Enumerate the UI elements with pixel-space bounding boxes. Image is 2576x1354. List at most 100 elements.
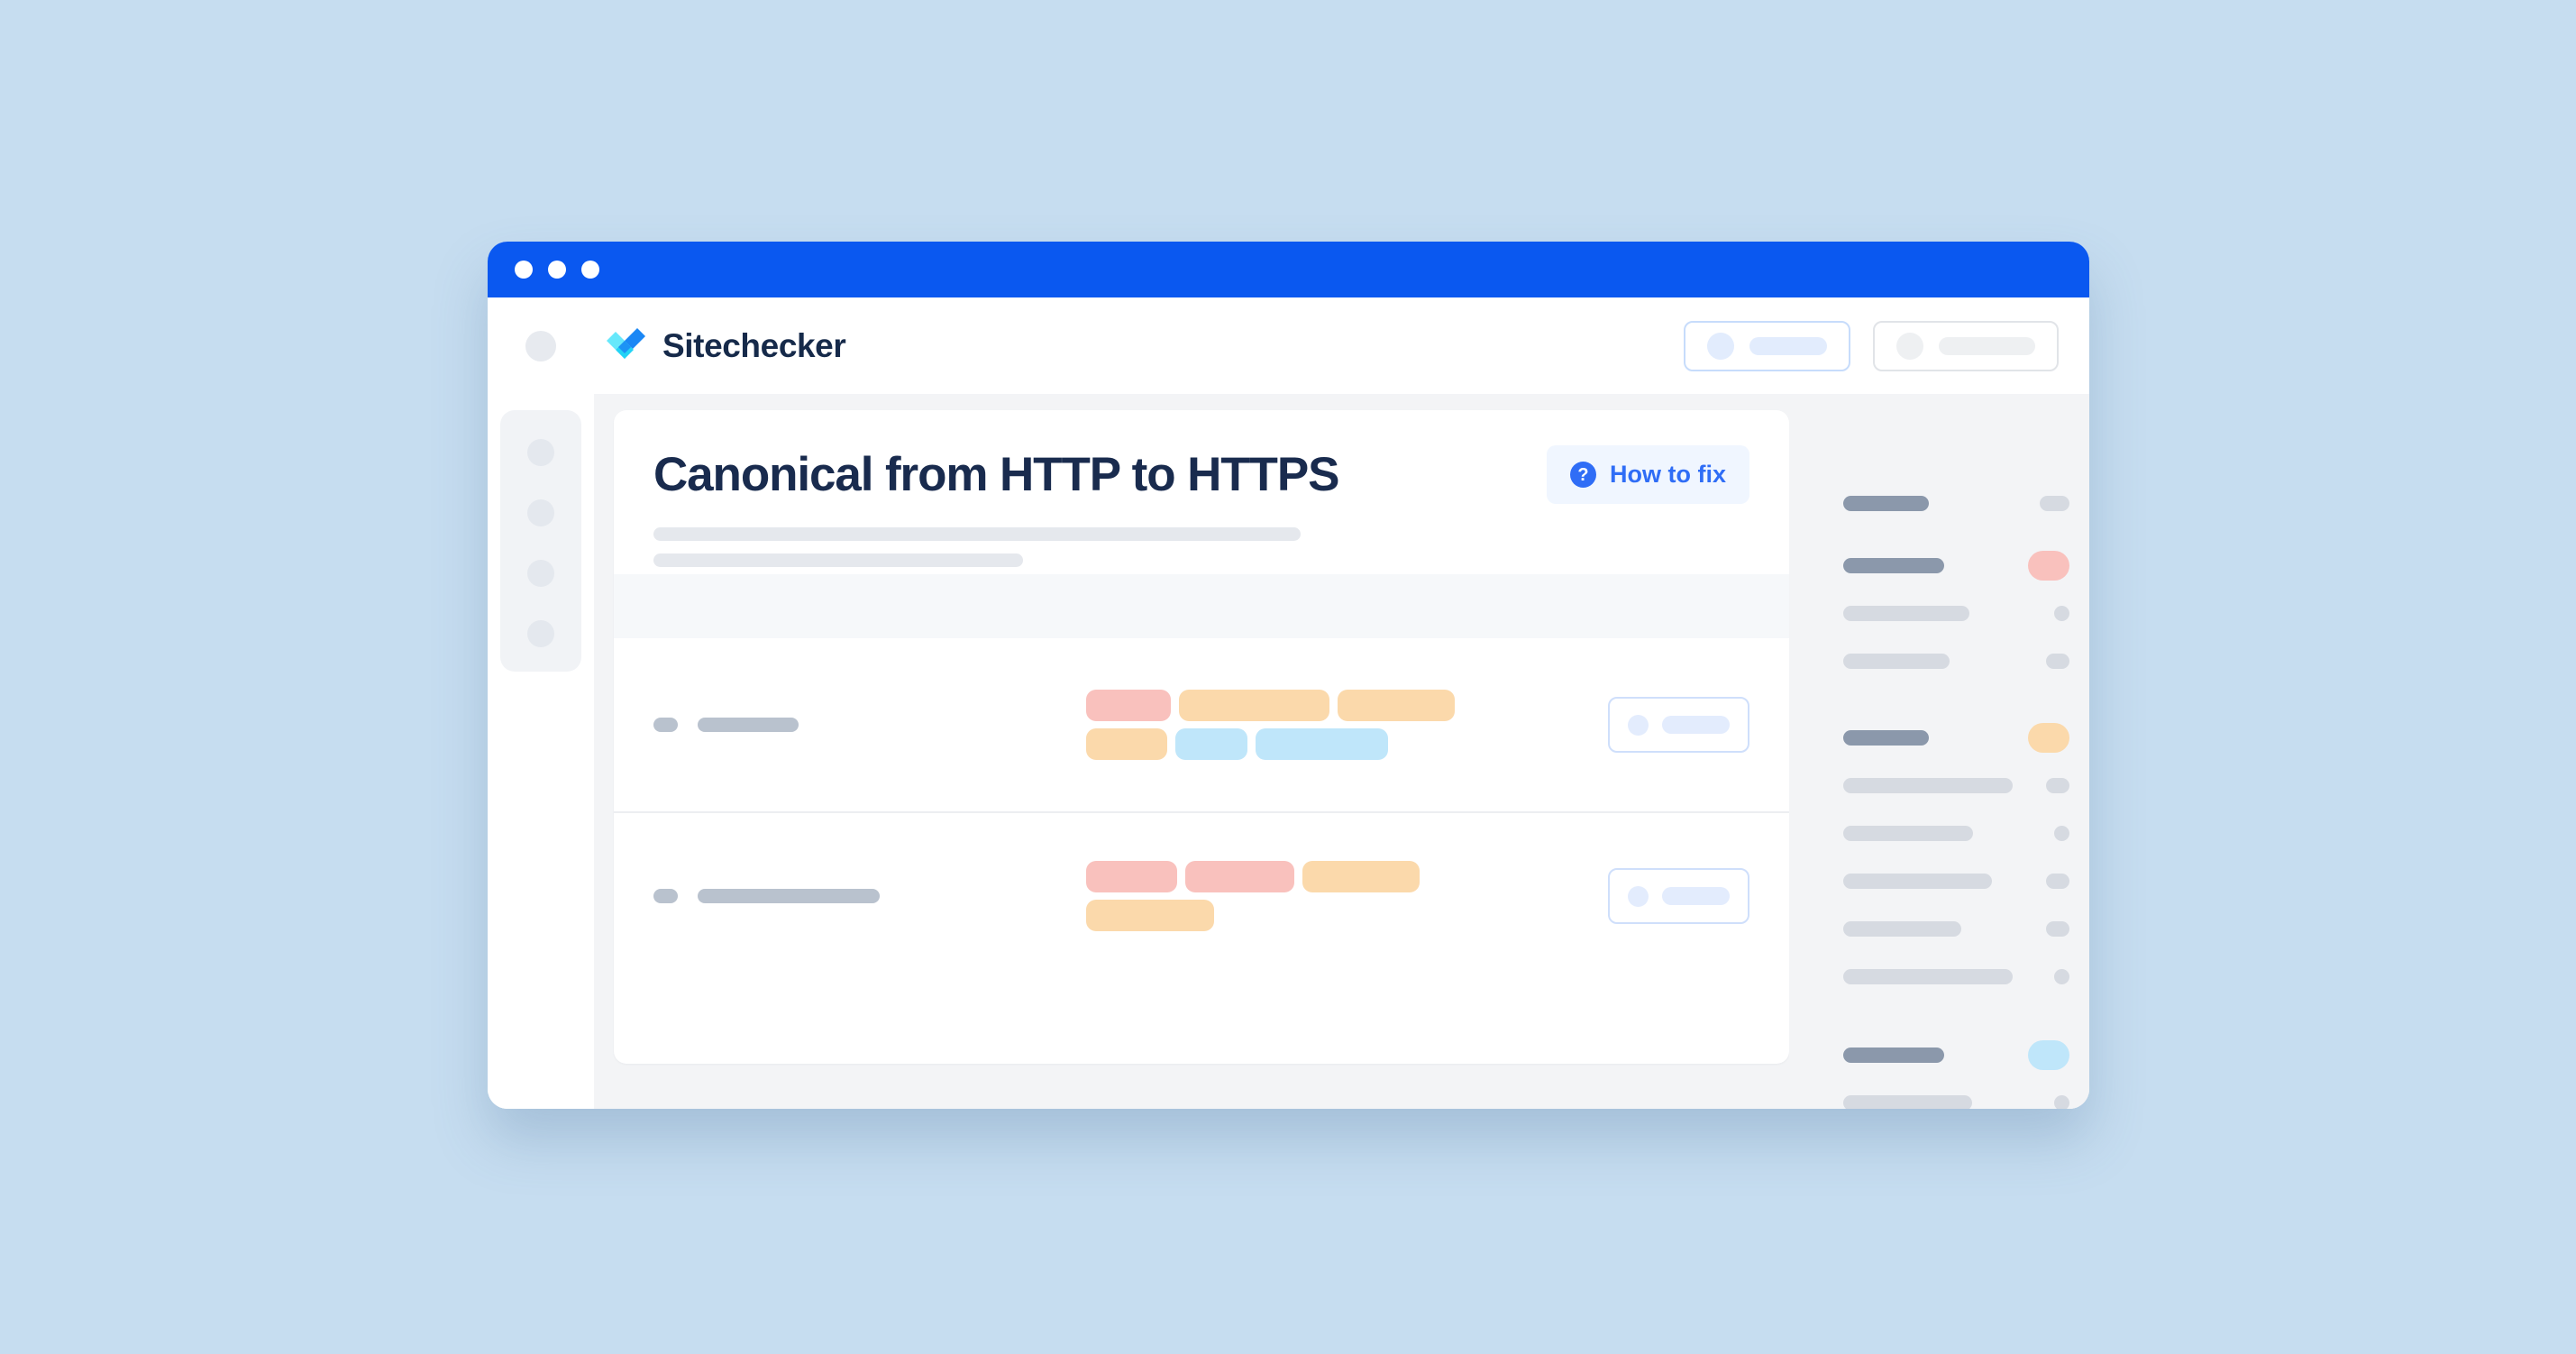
right-panel-item[interactable] <box>1843 913 2069 945</box>
right-panel-badge-gray <box>2046 874 2069 889</box>
right-panel-heading[interactable] <box>1843 1039 2069 1071</box>
row-label-bar <box>698 718 799 732</box>
header-button-primary-label <box>1749 336 1827 355</box>
header-button-primary[interactable] <box>1684 320 1850 371</box>
right-panel-heading[interactable] <box>1843 550 2069 581</box>
right-sidebar <box>1789 410 2089 1109</box>
right-panel-group-4 <box>1843 1039 2069 1109</box>
right-panel-badge-blue <box>2028 1040 2069 1070</box>
app-body: Canonical from HTTP to HTTPS ? How to fi… <box>488 394 2089 1109</box>
right-panel-item-bar <box>1843 969 2013 984</box>
table-body <box>614 638 1789 979</box>
table-row[interactable] <box>614 638 1789 811</box>
row-action-label <box>1662 887 1730 905</box>
right-panel-heading[interactable] <box>1843 722 2069 754</box>
tag-orange[interactable] <box>1338 690 1455 721</box>
right-panel-item[interactable] <box>1843 1087 2069 1109</box>
tag-pink[interactable] <box>1086 690 1171 721</box>
header-button-secondary-icon <box>1896 332 1923 360</box>
question-mark-circle-icon: ? <box>1570 462 1596 488</box>
right-panel-badge-gray <box>2046 921 2069 937</box>
row-label <box>653 718 1086 732</box>
right-panel-item-bar <box>1843 921 1961 937</box>
window-dot-3[interactable] <box>581 261 599 279</box>
how-to-fix-button[interactable]: ? How to fix <box>1547 445 1749 504</box>
header-button-primary-icon <box>1707 332 1734 360</box>
sidebar-item-2[interactable] <box>527 499 554 526</box>
right-panel-badge-pink <box>2028 551 2069 581</box>
row-label <box>653 889 1086 903</box>
tag-pink[interactable] <box>1086 861 1177 892</box>
window-dot-1[interactable] <box>515 261 533 279</box>
right-panel-item[interactable] <box>1843 818 2069 849</box>
right-panel-item[interactable] <box>1843 865 2069 897</box>
browser-window: Sitechecker Canonical from HTTP to HTTPS… <box>488 242 2089 1109</box>
right-panel-heading-bar <box>1843 730 1929 746</box>
right-panel-item-bar <box>1843 778 2013 793</box>
description-line-2 <box>653 553 1023 567</box>
right-panel-item[interactable] <box>1843 961 2069 993</box>
right-panel-heading-bar <box>1843 496 1929 511</box>
browser-titlebar <box>488 242 2089 297</box>
sidebar-item-4[interactable] <box>527 620 554 647</box>
right-panel-item[interactable] <box>1843 770 2069 801</box>
row-status-dot <box>653 889 678 903</box>
left-sidebar <box>488 394 594 1109</box>
row-label-bar <box>698 889 880 903</box>
right-panel-badge-gray <box>2054 826 2069 841</box>
right-panel-heading-bar <box>1843 1048 1944 1063</box>
table-row[interactable] <box>614 811 1789 979</box>
right-panel-item-bar <box>1843 654 1950 669</box>
issue-card-header: Canonical from HTTP to HTTPS ? How to fi… <box>614 410 1789 574</box>
sidebar-item-3[interactable] <box>527 560 554 587</box>
right-panel-badge-gray <box>2054 1095 2069 1109</box>
right-panel-badge-orange <box>2028 723 2069 753</box>
page-title: Canonical from HTTP to HTTPS <box>653 448 1339 501</box>
title-row: Canonical from HTTP to HTTPS ? How to fi… <box>653 445 1749 504</box>
content-area: Canonical from HTTP to HTTPS ? How to fi… <box>594 394 2089 1109</box>
right-panel-item[interactable] <box>1843 645 2069 677</box>
row-action-button-1[interactable] <box>1608 697 1749 753</box>
right-panel-item-bar <box>1843 874 1992 889</box>
right-panel-group-2 <box>1843 550 2069 677</box>
window-dot-2[interactable] <box>548 261 566 279</box>
tag-orange[interactable] <box>1086 900 1214 931</box>
main-column: Canonical from HTTP to HTTPS ? How to fi… <box>614 410 1789 1109</box>
tag-orange[interactable] <box>1086 728 1167 760</box>
tag-blue[interactable] <box>1175 728 1247 760</box>
right-panel-badge-gray <box>2054 969 2069 984</box>
right-panel-item-bar <box>1843 606 1969 621</box>
app-header: Sitechecker <box>488 297 2089 394</box>
row-tag-group <box>1086 861 1537 931</box>
tag-pink[interactable] <box>1185 861 1294 892</box>
tag-orange[interactable] <box>1179 690 1329 721</box>
issue-card: Canonical from HTTP to HTTPS ? How to fi… <box>614 410 1789 1064</box>
row-action-icon <box>1628 885 1649 907</box>
row-status-dot <box>653 718 678 732</box>
right-panel-item-bar <box>1843 1095 1972 1109</box>
row-action-label <box>1662 716 1730 734</box>
right-panel-group-3 <box>1843 722 2069 993</box>
brand-name: Sitechecker <box>662 326 846 364</box>
tag-blue[interactable] <box>1256 728 1388 760</box>
right-panel-badge-gray <box>2040 496 2069 511</box>
right-panel-group-1 <box>1843 488 2069 519</box>
tag-orange[interactable] <box>1302 861 1420 892</box>
header-button-secondary-label <box>1939 336 2035 355</box>
table-header-band <box>614 574 1789 638</box>
right-panel-badge-gray <box>2054 606 2069 621</box>
brand: Sitechecker <box>603 325 846 368</box>
sitechecker-check-logo <box>607 327 645 359</box>
right-panel-item[interactable] <box>1843 598 2069 629</box>
row-action-button-2[interactable] <box>1608 868 1749 924</box>
right-panel-heading[interactable] <box>1843 488 2069 519</box>
sidebar-item-1[interactable] <box>527 439 554 466</box>
right-panel-item-bar <box>1843 826 1973 841</box>
right-panel-badge-gray <box>2046 654 2069 669</box>
right-panel-heading-bar <box>1843 558 1944 573</box>
row-action-icon <box>1628 714 1649 736</box>
row-tag-group <box>1086 690 1537 760</box>
hamburger-icon[interactable] <box>525 330 556 361</box>
header-button-secondary[interactable] <box>1873 320 2059 371</box>
header-actions <box>1684 320 2059 371</box>
